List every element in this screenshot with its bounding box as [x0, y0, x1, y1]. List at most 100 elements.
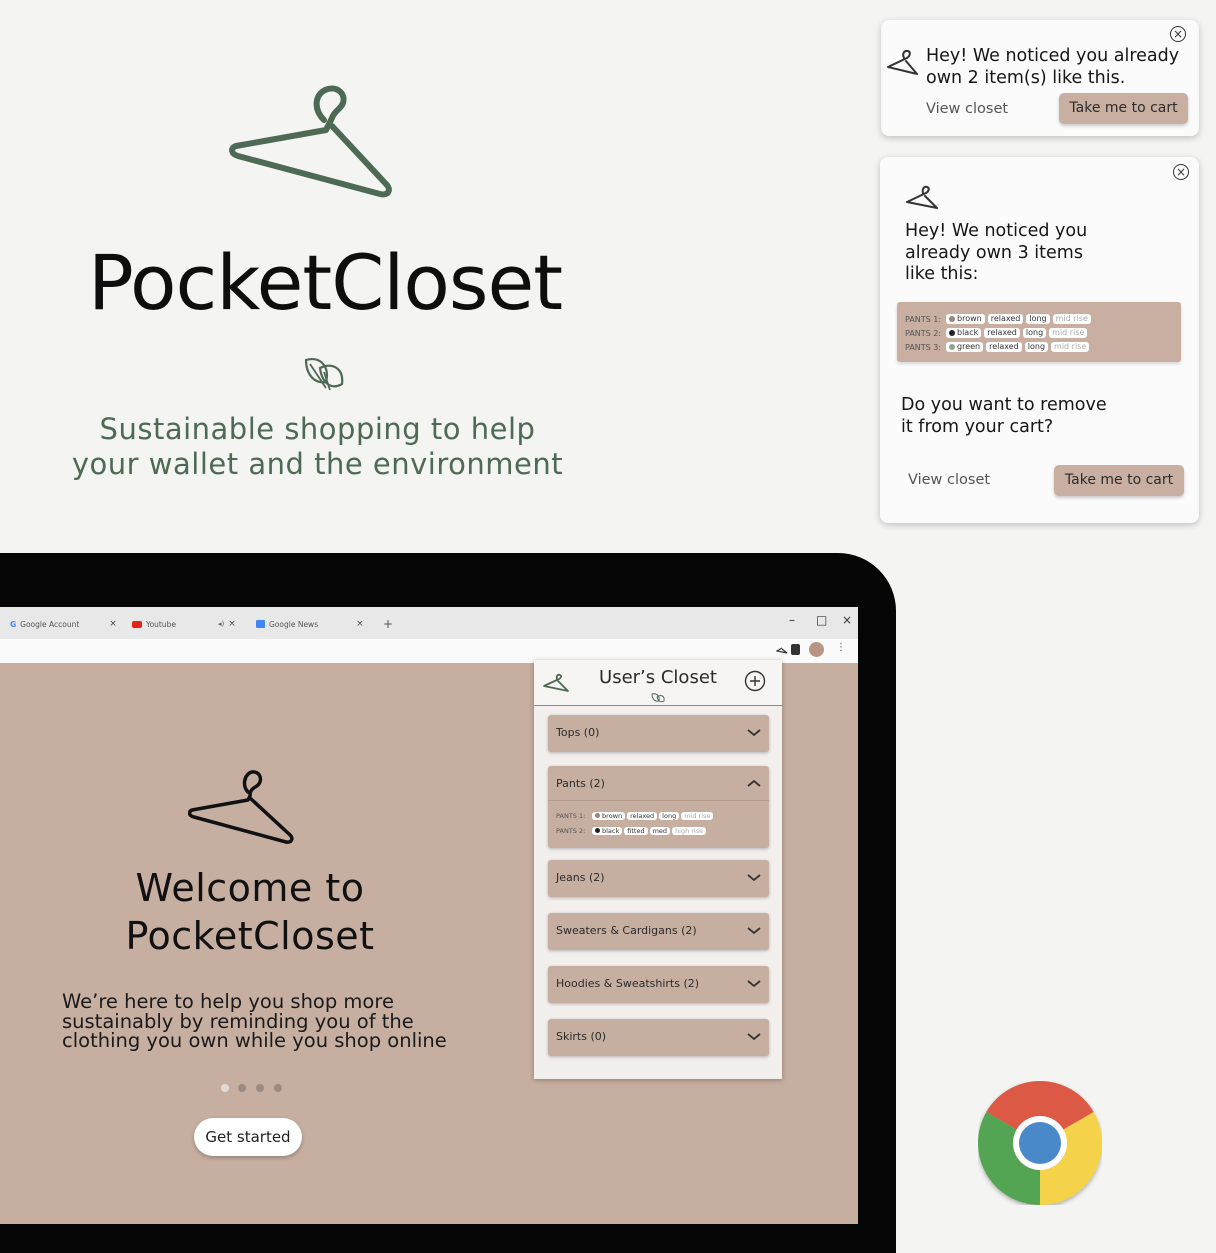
- menu-dots-icon[interactable]: ⋮: [836, 642, 846, 653]
- tab-title: Google Account: [20, 619, 80, 629]
- close-tab-icon[interactable]: ×: [228, 619, 236, 629]
- tab-title: Google News: [269, 619, 319, 629]
- tab-youtube[interactable]: Youtube ◂) ×: [132, 615, 236, 633]
- welcome-title: Welcome to PocketCloset: [80, 864, 420, 960]
- rise-tag: mid rise: [1049, 328, 1088, 338]
- speaker-icon: ◂): [218, 620, 225, 628]
- category-hoodies-sweatshirts[interactable]: Hoodies & Sweatshirts (2): [548, 966, 769, 1003]
- get-started-button[interactable]: Get started: [194, 1118, 302, 1156]
- pager-dot[interactable]: [256, 1084, 264, 1092]
- view-closet-link[interactable]: View closet: [926, 101, 1008, 117]
- minimize-button[interactable]: –: [789, 613, 795, 627]
- add-item-icon[interactable]: [744, 670, 766, 692]
- length-tag: long: [1022, 328, 1047, 338]
- length-tag: long: [1024, 342, 1049, 352]
- hanger-icon: [906, 185, 938, 209]
- color-tag-label: black: [602, 826, 620, 835]
- take-me-to-cart-button[interactable]: Take me to cart: [1059, 93, 1188, 124]
- rise-tag: mid rise: [681, 811, 714, 820]
- chrome-logo-icon: [978, 1081, 1102, 1205]
- avatar[interactable]: [809, 642, 824, 657]
- fit-tag: relaxed: [984, 328, 1020, 338]
- closet-title: User’s Closet: [599, 667, 717, 688]
- fit-tag: relaxed: [627, 811, 658, 820]
- color-tag: brown: [592, 811, 626, 820]
- color-tag: green: [946, 342, 984, 352]
- color-tag-label: brown: [602, 811, 623, 820]
- rise-tag: mid rise: [1051, 342, 1090, 352]
- remove-question: Do you want to remove it from your cart?: [901, 395, 1181, 438]
- hanger-icon: [188, 770, 294, 844]
- list-item: PANTS 3: green relaxed long mid rise: [905, 341, 1090, 353]
- welcome-title-line: PocketCloset: [125, 914, 375, 958]
- item-label: PANTS 2:: [905, 328, 942, 338]
- tagline-line: Sustainable shopping to help: [99, 412, 536, 446]
- color-swatch-icon: [949, 344, 955, 350]
- category-label: Skirts (0): [556, 1030, 607, 1043]
- tab-google-account[interactable]: G Google Account ×: [10, 615, 117, 633]
- length-tag: med: [649, 826, 671, 835]
- color-tag-label: brown: [957, 314, 982, 323]
- color-tag: brown: [946, 314, 985, 324]
- chevron-down-icon: [747, 1033, 761, 1041]
- leaf-icon: [304, 358, 344, 391]
- brand-title: PocketCloset: [87, 238, 563, 327]
- owned-items-summary: PANTS 1: brown relaxed long mid rise PAN…: [897, 302, 1181, 362]
- tagline: Sustainable shopping to help your wallet…: [40, 412, 595, 482]
- category-label: Hoodies & Sweatshirts (2): [556, 977, 700, 990]
- welcome-description: We’re here to help you shop more sustain…: [62, 992, 462, 1051]
- chevron-down-icon: [747, 729, 761, 737]
- popup-message-line: Hey! We noticed you: [905, 221, 1088, 241]
- popup-message-line: like this:: [905, 264, 979, 284]
- item-label: PANTS 1:: [905, 314, 942, 324]
- duplicate-notice-popup: × Hey! We noticed you already own 2 item…: [881, 20, 1199, 136]
- pager-dot-active[interactable]: [221, 1084, 229, 1092]
- news-icon: [256, 620, 265, 628]
- category-jeans[interactable]: Jeans (2): [548, 860, 769, 897]
- category-sweaters-cardigans[interactable]: Sweaters & Cardigans (2): [548, 913, 769, 950]
- closet-panel: User’s Closet Tops (0) Pants (2) PANTS 1…: [534, 660, 782, 1079]
- tab-google-news[interactable]: Google News ×: [256, 615, 364, 633]
- fit-tag: relaxed: [986, 342, 1022, 352]
- close-icon[interactable]: ×: [1170, 26, 1186, 42]
- category-label: Sweaters & Cardigans (2): [556, 924, 697, 937]
- close-tab-icon[interactable]: ×: [109, 619, 117, 629]
- welcome-text-line: clothing you own while you shop online: [62, 1029, 447, 1052]
- close-tab-icon[interactable]: ×: [356, 619, 364, 629]
- extension-hanger-icon[interactable]: [776, 645, 788, 655]
- length-tag: long: [1026, 314, 1050, 324]
- chevron-down-icon: [747, 927, 761, 935]
- hanger-icon: [887, 49, 918, 75]
- closet-header: User’s Closet: [534, 660, 782, 706]
- category-label: Jeans (2): [556, 871, 605, 884]
- take-me-to-cart-button[interactable]: Take me to cart: [1054, 465, 1184, 496]
- close-window-button[interactable]: ×: [842, 613, 852, 627]
- google-icon: G: [10, 619, 17, 629]
- leaf-icon: [651, 693, 665, 703]
- close-icon[interactable]: ×: [1173, 164, 1189, 180]
- pager-dot[interactable]: [238, 1084, 246, 1092]
- chevron-down-icon: [747, 980, 761, 988]
- color-swatch-icon: [949, 316, 955, 322]
- hanger-logo-icon: [229, 85, 392, 198]
- category-label: Pants (2): [556, 777, 605, 790]
- category-tops[interactable]: Tops (0): [548, 715, 769, 752]
- category-skirts[interactable]: Skirts (0): [548, 1019, 769, 1056]
- popup-message-line: already own 3 items: [905, 242, 1083, 263]
- youtube-icon: [132, 620, 142, 628]
- chevron-up-icon: [747, 779, 761, 787]
- length-tag: long: [659, 811, 680, 820]
- fit-tag: relaxed: [987, 314, 1024, 324]
- item-label: PANTS 2:: [556, 826, 586, 835]
- new-tab-button[interactable]: +: [383, 615, 393, 633]
- maximize-button[interactable]: □: [816, 613, 827, 627]
- color-tag: black: [592, 826, 623, 835]
- puzzle-icon[interactable]: [791, 644, 800, 655]
- welcome-title-line: Welcome to: [135, 866, 365, 910]
- category-pants[interactable]: Pants (2) PANTS 1: brown relaxed long mi…: [548, 766, 769, 848]
- color-tag: black: [946, 328, 982, 338]
- popup-message: Hey! We noticed you already own 2 item(s…: [926, 46, 1196, 89]
- item-label: PANTS 3:: [905, 342, 942, 352]
- pager-dot[interactable]: [274, 1084, 282, 1092]
- view-closet-link[interactable]: View closet: [908, 472, 990, 488]
